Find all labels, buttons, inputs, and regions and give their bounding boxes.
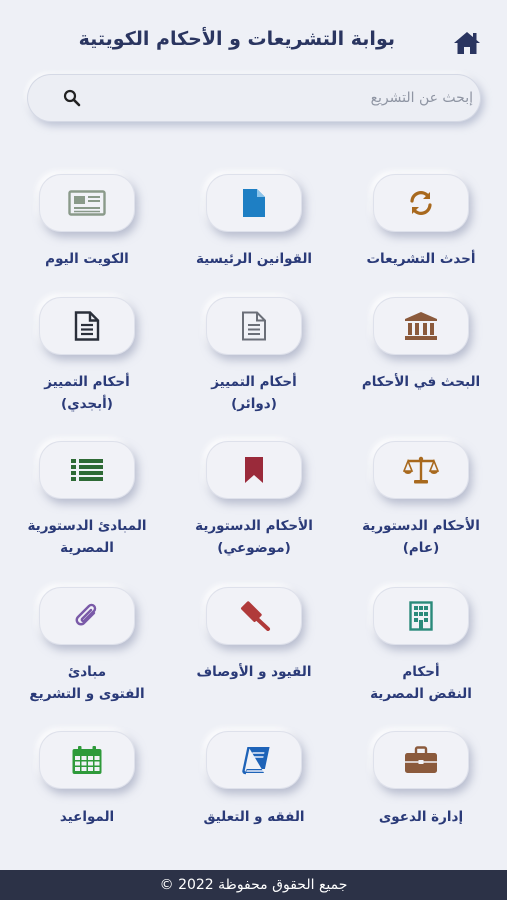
search-rulings-button[interactable] — [373, 297, 469, 355]
fatwa-legislation-principles-button[interactable] — [39, 587, 135, 645]
bookmark-icon — [245, 457, 263, 483]
tile-label-appointments: المواعيد — [59, 809, 115, 825]
tile-label-search-rulings: البحث في الأحكام — [361, 374, 481, 390]
copyright-footer: جميع الحقوق محفوظة 2022 © — [0, 870, 507, 900]
tile-label-restrictions-descriptions: القيود و الأوصاف — [196, 664, 312, 680]
tile-label-main-laws: القوانين الرئيسية — [195, 251, 313, 267]
tile-label-latest-legislation: أحدث التشريعات — [366, 251, 476, 267]
appointments-button[interactable] — [39, 731, 135, 789]
page-title: بوابة التشريعات و الأحكام الكويتية — [78, 28, 395, 50]
egyptian-cassation-button[interactable] — [373, 587, 469, 645]
scales-icon — [403, 456, 439, 484]
jurisprudence-commentary-button[interactable] — [206, 731, 302, 789]
newspaper-icon — [68, 190, 106, 216]
file-text-outline-icon — [242, 311, 266, 341]
tile-label-cassation-circuits: أحكام التمييز (دوائر) — [211, 374, 297, 412]
tile-label-constitutional-topical: الأحكام الدستورية (موضوعي) — [195, 518, 313, 556]
file-text-icon — [74, 311, 100, 341]
paperclip-icon — [75, 603, 97, 626]
book-icon — [242, 747, 270, 775]
constitutional-topical-button[interactable] — [206, 441, 302, 499]
cassation-circuits-button[interactable] — [206, 297, 302, 355]
app-header: بوابة التشريعات و الأحكام الكويتية — [0, 0, 507, 80]
calendar-icon — [72, 746, 102, 774]
home-icon[interactable] — [453, 30, 481, 56]
refresh-icon — [410, 191, 432, 215]
constitutional-general-button[interactable] — [373, 441, 469, 499]
gavel-icon — [241, 601, 270, 631]
tile-label-fatwa-legislation-principles: مبادئ الفتوى و التشريع — [29, 664, 145, 702]
briefcase-icon — [405, 746, 437, 773]
tile-label-case-management: إدارة الدعوى — [378, 809, 464, 825]
tile-label-egyptian-cassation: أحكام النقض المصرية — [370, 664, 472, 702]
building-icon — [409, 601, 433, 631]
search-icon[interactable] — [63, 89, 81, 107]
tile-label-kuwait-today: الكويت اليوم — [45, 251, 129, 267]
case-management-button[interactable] — [373, 731, 469, 789]
search-bar — [27, 74, 481, 122]
tile-label-cassation-alphabetical: أحكام التمييز (أبجدي) — [44, 374, 130, 412]
egyptian-constitutional-principles-button[interactable] — [39, 441, 135, 499]
cassation-alphabetical-button[interactable] — [39, 297, 135, 355]
restrictions-descriptions-button[interactable] — [206, 587, 302, 645]
list-icon — [71, 459, 103, 481]
courthouse-icon — [405, 312, 437, 340]
tile-label-constitutional-general: الأحكام الدستورية (عام) — [362, 518, 480, 556]
tile-label-egyptian-constitutional-principles: المبادئ الدستورية المصرية — [27, 518, 147, 556]
document-icon — [243, 189, 265, 217]
main-laws-button[interactable] — [206, 174, 302, 232]
tile-label-jurisprudence-commentary: الفقه و التعليق — [203, 809, 305, 825]
latest-legislation-button[interactable] — [373, 174, 469, 232]
kuwait-today-button[interactable] — [39, 174, 135, 232]
search-input[interactable] — [91, 74, 481, 122]
